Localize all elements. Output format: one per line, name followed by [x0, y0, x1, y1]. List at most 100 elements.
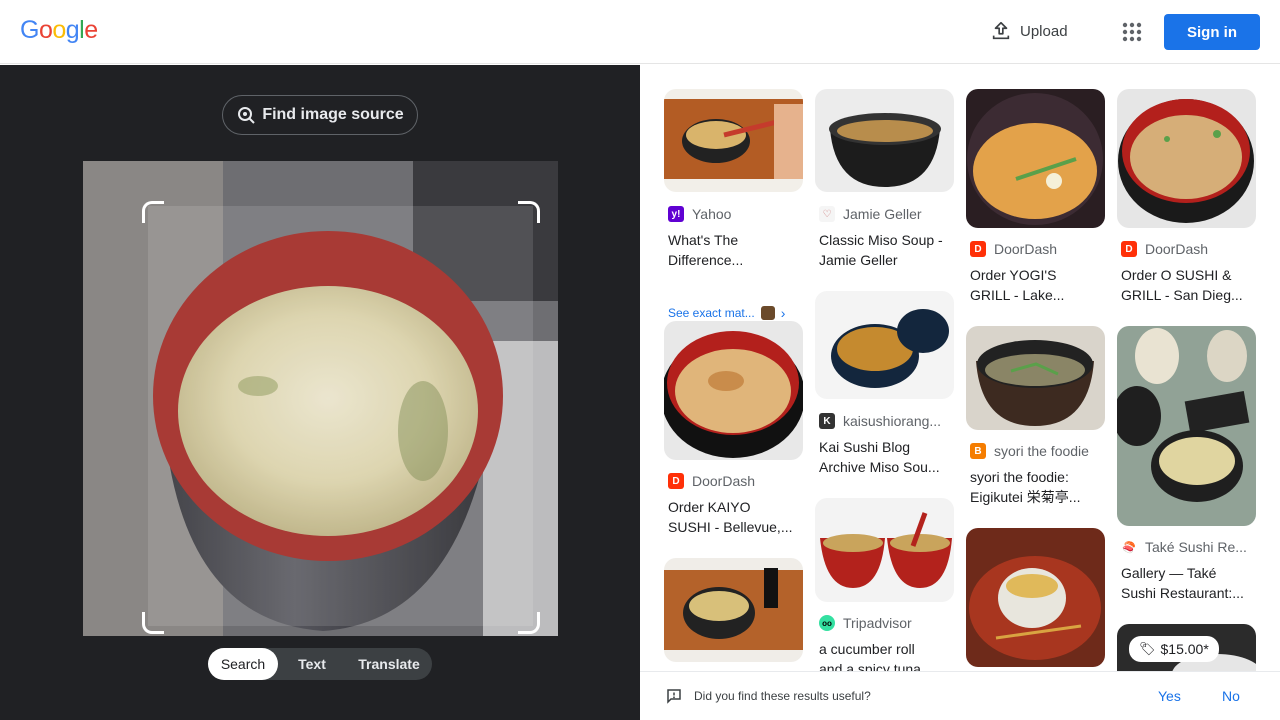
doordash-icon: D [668, 473, 684, 489]
title-line: Order YOGI'S [970, 267, 1057, 283]
chevron-right-icon: › [780, 305, 786, 321]
source-name: Také Sushi Re... [1145, 539, 1247, 555]
source-name: DoorDash [1145, 241, 1209, 257]
title-line: Sushi Restaurant:... [1121, 585, 1244, 601]
crop-handle-bottom-right[interactable] [518, 612, 540, 634]
result-thumbnail[interactable] [966, 326, 1105, 430]
crop-handle-top-right[interactable] [518, 201, 540, 223]
header: Google Upload Sign in [0, 0, 1280, 64]
lens-search-icon [238, 107, 256, 124]
result-source: K kaisushiorang... [819, 413, 941, 429]
logo-letter: G [20, 16, 39, 44]
blogger-icon: B [970, 443, 986, 459]
upload-label: Upload [1020, 22, 1068, 40]
sign-in-button[interactable]: Sign in [1164, 14, 1260, 50]
crop-handle-bottom-left[interactable] [142, 612, 164, 634]
tab-text[interactable]: Text [278, 648, 346, 680]
find-image-source-button[interactable]: Find image source [222, 95, 418, 135]
logo-letter: g [65, 16, 80, 44]
title-line: What's The [668, 232, 739, 248]
crop-frame[interactable] [142, 201, 540, 634]
title-line: a cucumber roll [819, 641, 915, 657]
crop-handle-top-left[interactable] [142, 201, 164, 223]
feedback-bar: Did you find these results useful? Yes N… [640, 671, 1280, 720]
title-line: Archive Miso Sou... [819, 459, 940, 475]
source-name: DoorDash [994, 241, 1058, 257]
title-line: Classic Miso Soup - [819, 232, 943, 248]
result-thumbnail[interactable] [664, 558, 803, 662]
result-thumbnail[interactable] [966, 89, 1105, 228]
title-line: GRILL - Lake... [970, 287, 1065, 303]
tab-search[interactable]: Search [208, 648, 278, 680]
source-name: Tripadvisor [843, 615, 912, 631]
result-source: 🍣 Také Sushi Re... [1121, 539, 1247, 555]
doordash-icon: D [1121, 241, 1137, 257]
title-line: SUSHI - Bellevue,... [668, 519, 793, 535]
lens-panel: Find image source Search Text Translate [0, 65, 640, 720]
feedback-icon [667, 689, 681, 704]
result-source: B syori the foodie [970, 443, 1089, 459]
result-source: ♡ Jamie Geller [819, 206, 922, 222]
take-sushi-icon: 🍣 [1121, 539, 1137, 555]
logo-letter: o [38, 16, 53, 44]
source-name: Jamie Geller [843, 206, 922, 222]
tag-icon: 🏷 [1139, 641, 1156, 656]
result-thumbnail[interactable] [815, 291, 954, 399]
logo-letter: o [52, 16, 66, 44]
price-tag: 🏷 $15.00* [1129, 636, 1219, 662]
feedback-no-button[interactable]: No [1222, 688, 1240, 704]
result-title[interactable]: What's The Difference... [668, 230, 803, 270]
title-line: Kai Sushi Blog [819, 439, 911, 455]
result-thumbnail[interactable] [815, 498, 954, 602]
result-source: oo Tripadvisor [819, 615, 912, 631]
doordash-icon: D [970, 241, 986, 257]
tripadvisor-icon: oo [819, 615, 835, 631]
result-thumbnail[interactable] [1117, 326, 1256, 526]
visual-matches: y! Yahoo What's The Difference... See ex… [640, 65, 1280, 671]
result-thumbnail[interactable] [664, 89, 803, 192]
title-line: GRILL - San Dieg... [1121, 287, 1243, 303]
find-image-source-label: Find image source [262, 106, 404, 123]
result-title[interactable]: a cucumber roll and a spicy tuna [819, 639, 954, 671]
source-name: Yahoo [692, 206, 732, 222]
result-title[interactable]: syori the foodie: Eigikutei 栄菊亭... [970, 467, 1105, 507]
kai-sushi-icon: K [819, 413, 835, 429]
result-source: D DoorDash [970, 241, 1057, 257]
title-line: Jamie Geller [819, 252, 898, 268]
result-source: D DoorDash [668, 473, 755, 489]
result-thumbnail[interactable] [1117, 89, 1256, 228]
title-line: and a spicy tuna [819, 661, 921, 671]
result-title[interactable]: Order O SUSHI & GRILL - San Dieg... [1121, 265, 1256, 305]
yahoo-icon: y! [668, 206, 684, 222]
result-thumbnail[interactable] [815, 89, 954, 192]
result-thumbnail[interactable] [664, 321, 803, 460]
source-name: syori the foodie [994, 443, 1089, 459]
lens-mode-tabs: Search Text Translate [208, 648, 432, 680]
result-title[interactable]: Order KAIYO SUSHI - Bellevue,... [668, 497, 803, 537]
jamie-geller-icon: ♡ [819, 206, 835, 222]
result-title[interactable]: Order YOGI'S GRILL - Lake... [970, 265, 1105, 305]
feedback-yes-button[interactable]: Yes [1158, 688, 1181, 704]
upload-button[interactable]: Upload [990, 20, 1068, 42]
title-line: Order KAIYO [668, 499, 751, 515]
result-title[interactable]: Gallery — Také Sushi Restaurant:... [1121, 563, 1256, 603]
google-logo[interactable]: Google [20, 16, 98, 45]
exact-label: See exact mat... [668, 306, 755, 320]
apps-grid-icon[interactable] [1122, 22, 1142, 42]
title-line: syori the foodie: [970, 469, 1069, 485]
source-name: DoorDash [692, 473, 756, 489]
title-line: Difference... [668, 252, 744, 268]
see-exact-matches-link[interactable]: See exact mat... › [668, 305, 785, 321]
price-label: $15.00* [1160, 641, 1209, 657]
result-source: y! Yahoo [668, 206, 731, 222]
result-thumbnail[interactable] [966, 528, 1105, 667]
result-title[interactable]: Kai Sushi Blog Archive Miso Sou... [819, 437, 954, 477]
logo-letter: e [84, 16, 98, 44]
result-title[interactable]: Classic Miso Soup - Jamie Geller [819, 230, 954, 270]
title-line: Order O SUSHI & [1121, 267, 1232, 283]
tab-translate[interactable]: Translate [346, 648, 432, 680]
title-line: Eigikutei 栄菊亭... [970, 489, 1081, 505]
title-line: Gallery — Také [1121, 565, 1217, 581]
result-source: D DoorDash [1121, 241, 1208, 257]
exact-match-thumb [760, 306, 775, 320]
